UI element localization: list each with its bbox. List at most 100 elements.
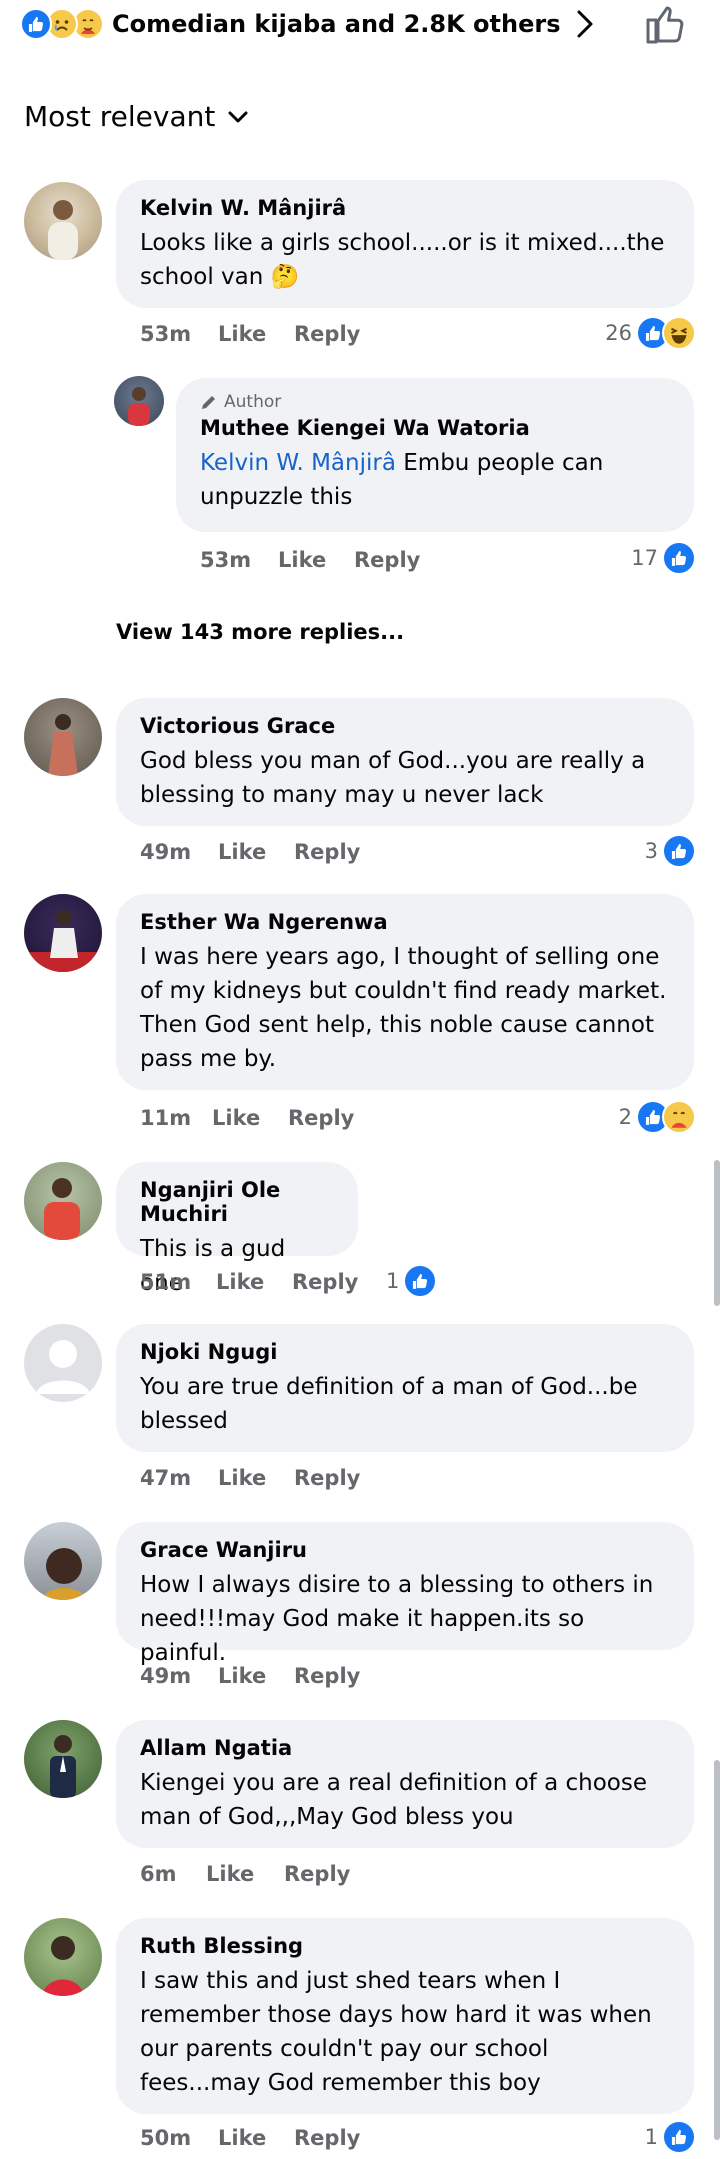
like-button[interactable]: Like [216,1270,292,1294]
comment-bubble: Allam Ngatia Kiengei you are a real defi… [116,1720,694,1848]
comment-meta: 49m Like Reply [140,1664,360,1688]
comment-text-line: I was here years ago, I thought of selli… [140,944,660,970]
thumbs-up-outline-icon[interactable] [644,0,686,46]
like-reaction-icon [662,834,696,868]
comment-text-line: God bless you man of God...you are reall… [140,748,646,774]
like-button[interactable]: Like [218,1664,294,1688]
comment-text-line: fees...may God remember this boy [140,2070,541,2096]
comment-meta: 51m Like Reply [140,1270,358,1294]
comment-time[interactable]: 53m [200,548,278,572]
comment-text-line: blessing to many may u never lack [140,782,544,808]
haha-reaction-icon [662,316,696,350]
reaction-count-number: 1 [644,2125,658,2149]
comment-author[interactable]: Esther Wa Ngerenwa [140,910,670,934]
reply-button[interactable]: Reply [354,548,420,572]
pencil-icon [202,396,215,409]
comment-time[interactable]: 49m [140,1664,218,1688]
like-button[interactable]: Like [218,322,294,346]
like-button[interactable]: Like [206,1862,284,1886]
reply-button[interactable]: Reply [288,1106,354,1130]
reaction-count-number: 26 [605,321,632,345]
comment-time[interactable]: 11m [140,1106,212,1130]
comment-meta: 47m Like Reply [140,1466,360,1490]
comment-bubble: Victorious Grace God bless you man of Go… [116,698,694,826]
view-more-replies-link[interactable]: View 143 more replies... [116,620,404,644]
comment-author[interactable]: Grace Wanjiru [140,1538,670,1562]
comment-time[interactable]: 50m [140,2126,218,2150]
chevron-down-icon [227,110,249,124]
avatar[interactable] [24,1324,102,1402]
comment-bubble: Nganjiri Ole Muchiri This is a gud one [116,1162,358,1296]
comment-meta: 53m Like Reply [200,548,420,572]
like-reaction-icon [20,8,52,40]
author-badge: Author [200,392,670,412]
reaction-count[interactable]: 1 [645,2120,696,2154]
comment-author[interactable]: Allam Ngatia [140,1736,670,1760]
sort-dropdown[interactable]: Most relevant [24,100,249,133]
comment-author[interactable]: Muthee Kiengei Wa Watoria [200,416,670,440]
comment-text-line: need!!!may God make it happen.its so pai… [140,1606,585,1666]
avatar[interactable] [24,698,102,776]
comment-text-line: Then God sent help, this noble cause can… [140,1012,654,1038]
comment-text-line: man of God,,,May God bless you [140,1804,514,1830]
comment-bubble: Author Muthee Kiengei Wa Watoria Kelvin … [176,378,694,532]
reaction-summary[interactable]: Comedian kijaba and 2.8K others [20,4,595,44]
comment-text-line: remember those days how hard it was when [140,2002,652,2028]
comment-text-line: blessed [140,1408,228,1434]
mention-link[interactable]: Kelvin W. Mânjirâ [200,450,396,476]
reaction-count-number: 17 [631,546,658,570]
scrollbar-thumb[interactable] [714,1160,720,1306]
comment-author[interactable]: Nganjiri Ole Muchiri [140,1178,334,1226]
comment-text-line: How I always disire to a blessing to oth… [140,1572,654,1598]
comment-time[interactable]: 51m [140,1270,216,1294]
care-reaction-icon [662,1100,696,1134]
reply-button[interactable]: Reply [294,1664,360,1688]
like-button[interactable]: Like [212,1106,288,1130]
comment-author[interactable]: Njoki Ngugi [140,1340,670,1364]
avatar[interactable] [114,376,164,426]
comment-text-line: of my kidneys but couldn't find ready ma… [140,978,667,1004]
comment-time[interactable]: 49m [140,840,218,864]
comment-time[interactable]: 47m [140,1466,218,1490]
chevron-right-icon[interactable] [575,9,595,39]
avatar[interactable] [24,1522,102,1600]
like-reaction-icon [662,2120,696,2154]
scrollbar-thumb[interactable] [714,1760,720,2140]
comment-meta: 11m Like Reply [140,1106,354,1130]
comment-text-line: I saw this and just shed tears when I [140,1968,561,1994]
reaction-count[interactable]: 26 [605,316,696,350]
comment-author[interactable]: Victorious Grace [140,714,670,738]
comment-text-line: Kelvin W. Mânjirâ Embu people can [200,446,670,480]
reply-button[interactable]: Reply [294,2126,360,2150]
reply-button[interactable]: Reply [294,840,360,864]
like-button[interactable]: Like [218,840,294,864]
reply-button[interactable]: Reply [284,1862,350,1886]
reaction-count[interactable]: 3 [645,834,696,868]
reaction-summary-text: Comedian kijaba and 2.8K others [112,10,561,38]
comment-text-line: Looks like a girls school.....or is it m… [140,230,665,256]
avatar[interactable] [24,1918,102,1996]
comment-bubble: Grace Wanjiru How I always disire to a b… [116,1522,694,1666]
comment-author[interactable]: Kelvin W. Mânjirâ [140,196,670,220]
avatar[interactable] [24,894,102,972]
like-button[interactable]: Like [218,2126,294,2150]
avatar[interactable] [24,1720,102,1798]
avatar[interactable] [24,1162,102,1240]
reply-button[interactable]: Reply [292,1270,358,1294]
avatar[interactable] [24,182,102,260]
comment-meta: 6m Like Reply [140,1862,350,1886]
like-button[interactable]: Like [218,1466,294,1490]
comment-meta: 53m Like Reply [140,322,360,346]
reply-button[interactable]: Reply [294,322,360,346]
comment-text: Embu people can [395,450,604,476]
comment-text-line: pass me by. [140,1046,277,1072]
comment-author[interactable]: Ruth Blessing [140,1934,670,1958]
reaction-count[interactable]: 17 [631,541,696,575]
comment-meta: 49m Like Reply [140,840,360,864]
like-button[interactable]: Like [278,548,354,572]
reply-button[interactable]: Reply [294,1466,360,1490]
comment-time[interactable]: 53m [140,322,218,346]
reaction-count[interactable]: 2 [619,1100,696,1134]
reaction-count[interactable]: 1 [386,1264,438,1298]
comment-time[interactable]: 6m [140,1862,206,1886]
